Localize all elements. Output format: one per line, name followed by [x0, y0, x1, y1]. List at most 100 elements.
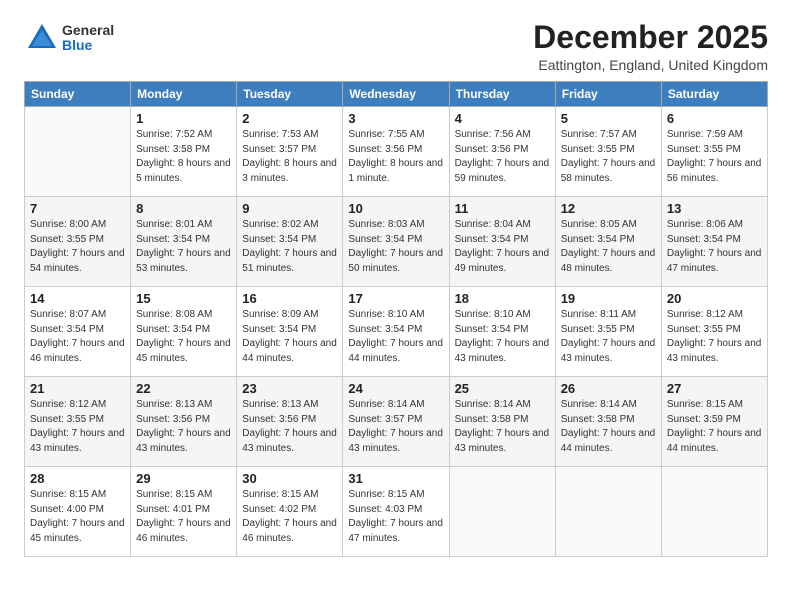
day-number: 6 [667, 111, 762, 126]
day-number: 3 [348, 111, 443, 126]
day-number: 29 [136, 471, 231, 486]
weekday-header: Thursday [449, 82, 555, 107]
day-number: 23 [242, 381, 337, 396]
calendar-cell [661, 467, 767, 557]
calendar-cell [449, 467, 555, 557]
day-info: Sunrise: 7:55 AMSunset: 3:56 PMDaylight:… [348, 128, 443, 186]
day-info: Sunrise: 8:02 AMSunset: 3:54 PMDaylight:… [242, 218, 337, 276]
calendar-cell [555, 467, 661, 557]
calendar-cell: 27 Sunrise: 8:15 AMSunset: 3:59 PMDayligh… [661, 377, 767, 467]
day-info: Sunrise: 8:09 AMSunset: 3:54 PMDaylight:… [242, 308, 337, 366]
calendar-week-row: 14 Sunrise: 8:07 AMSunset: 3:54 PMDayligh… [25, 287, 768, 377]
calendar-cell: 4 Sunrise: 7:56 AMSunset: 3:56 PMDaylight… [449, 107, 555, 197]
day-number: 2 [242, 111, 337, 126]
location: Eattington, England, United Kingdom [533, 57, 768, 73]
calendar-cell: 31Sunrise: 8:15 AMSunset: 4:03 PMDayligh… [343, 467, 449, 557]
calendar-cell: 13 Sunrise: 8:06 AMSunset: 3:54 PMDayligh… [661, 197, 767, 287]
logo: General Blue [24, 20, 114, 56]
calendar-cell: 2 Sunrise: 7:53 AMSunset: 3:57 PMDaylight… [237, 107, 343, 197]
day-number: 26 [561, 381, 656, 396]
day-info: Sunrise: 8:14 AMSunset: 3:58 PMDaylight:… [561, 398, 656, 456]
day-info: Sunrise: 8:14 AMSunset: 3:58 PMDaylight:… [455, 398, 550, 456]
day-number: 1 [136, 111, 231, 126]
day-number: 27 [667, 381, 762, 396]
weekday-header: Friday [555, 82, 661, 107]
logo-blue-text: Blue [62, 38, 114, 53]
day-number: 28 [30, 471, 125, 486]
calendar-cell: 22Sunrise: 8:13 AMSunset: 3:56 PMDayligh… [131, 377, 237, 467]
day-number: 30 [242, 471, 337, 486]
calendar-week-row: 21 Sunrise: 8:12 AMSunset: 3:55 PMDayligh… [25, 377, 768, 467]
calendar-cell: 9 Sunrise: 8:02 AMSunset: 3:54 PMDaylight… [237, 197, 343, 287]
calendar-cell: 18Sunrise: 8:10 AMSunset: 3:54 PMDayligh… [449, 287, 555, 377]
calendar-cell: 16 Sunrise: 8:09 AMSunset: 3:54 PMDayligh… [237, 287, 343, 377]
day-info: Sunrise: 8:05 AMSunset: 3:54 PMDaylight:… [561, 218, 656, 276]
calendar-table: SundayMondayTuesdayWednesdayThursdayFrid… [24, 81, 768, 557]
weekday-header: Wednesday [343, 82, 449, 107]
logo-icon [24, 20, 60, 56]
day-number: 13 [667, 201, 762, 216]
calendar-cell: 25 Sunrise: 8:14 AMSunset: 3:58 PMDayligh… [449, 377, 555, 467]
day-number: 25 [455, 381, 550, 396]
day-info: Sunrise: 8:00 AMSunset: 3:55 PMDaylight:… [30, 218, 125, 276]
day-info: Sunrise: 8:12 AMSunset: 3:55 PMDaylight:… [667, 308, 762, 366]
day-info: Sunrise: 8:14 AMSunset: 3:57 PMDaylight:… [348, 398, 443, 456]
day-number: 16 [242, 291, 337, 306]
day-number: 9 [242, 201, 337, 216]
day-info: Sunrise: 8:12 AMSunset: 3:55 PMDaylight:… [30, 398, 125, 456]
day-number: 12 [561, 201, 656, 216]
day-number: 21 [30, 381, 125, 396]
calendar-cell: 19 Sunrise: 8:11 AMSunset: 3:55 PMDayligh… [555, 287, 661, 377]
page-header: General Blue December 2025 Eattington, E… [24, 20, 768, 73]
day-number: 19 [561, 291, 656, 306]
calendar-cell: 7Sunrise: 8:00 AMSunset: 3:55 PMDaylight… [25, 197, 131, 287]
calendar-cell: 14 Sunrise: 8:07 AMSunset: 3:54 PMDayligh… [25, 287, 131, 377]
weekday-header: Saturday [661, 82, 767, 107]
day-number: 5 [561, 111, 656, 126]
calendar-cell: 8Sunrise: 8:01 AMSunset: 3:54 PMDaylight… [131, 197, 237, 287]
day-number: 20 [667, 291, 762, 306]
logo-general-text: General [62, 23, 114, 38]
day-info: Sunrise: 8:13 AMSunset: 3:56 PMDaylight:… [242, 398, 337, 456]
day-info: Sunrise: 8:08 AMSunset: 3:54 PMDaylight:… [136, 308, 231, 366]
day-info: Sunrise: 8:15 AMSunset: 4:01 PMDaylight:… [136, 488, 231, 546]
calendar-cell: 11Sunrise: 8:04 AMSunset: 3:54 PMDayligh… [449, 197, 555, 287]
calendar-cell [25, 107, 131, 197]
day-info: Sunrise: 7:57 AMSunset: 3:55 PMDaylight:… [561, 128, 656, 186]
calendar-cell: 21 Sunrise: 8:12 AMSunset: 3:55 PMDayligh… [25, 377, 131, 467]
day-info: Sunrise: 8:15 AMSunset: 4:02 PMDaylight:… [242, 488, 337, 546]
calendar-week-row: 28 Sunrise: 8:15 AMSunset: 4:00 PMDayligh… [25, 467, 768, 557]
day-number: 18 [455, 291, 550, 306]
day-number: 4 [455, 111, 550, 126]
day-info: Sunrise: 8:11 AMSunset: 3:55 PMDaylight:… [561, 308, 656, 366]
month-title: December 2025 [533, 20, 768, 55]
calendar-cell: 17 Sunrise: 8:10 AMSunset: 3:54 PMDayligh… [343, 287, 449, 377]
day-info: Sunrise: 8:04 AMSunset: 3:54 PMDaylight:… [455, 218, 550, 276]
calendar-cell: 20 Sunrise: 8:12 AMSunset: 3:55 PMDayligh… [661, 287, 767, 377]
day-info: Sunrise: 8:15 AMSunset: 4:00 PMDaylight:… [30, 488, 125, 546]
day-info: Sunrise: 8:15 AMSunset: 3:59 PMDaylight:… [667, 398, 762, 456]
calendar-cell: 10 Sunrise: 8:03 AMSunset: 3:54 PMDayligh… [343, 197, 449, 287]
day-number: 14 [30, 291, 125, 306]
calendar-cell: 24Sunrise: 8:14 AMSunset: 3:57 PMDayligh… [343, 377, 449, 467]
day-info: Sunrise: 8:07 AMSunset: 3:54 PMDaylight:… [30, 308, 125, 366]
day-info: Sunrise: 7:52 AMSunset: 3:58 PMDaylight:… [136, 128, 231, 186]
calendar-cell: 6Sunrise: 7:59 AMSunset: 3:55 PMDaylight… [661, 107, 767, 197]
day-info: Sunrise: 8:06 AMSunset: 3:54 PMDaylight:… [667, 218, 762, 276]
calendar-cell: 29 Sunrise: 8:15 AMSunset: 4:01 PMDayligh… [131, 467, 237, 557]
day-info: Sunrise: 8:01 AMSunset: 3:54 PMDaylight:… [136, 218, 231, 276]
day-number: 15 [136, 291, 231, 306]
calendar-cell: 12 Sunrise: 8:05 AMSunset: 3:54 PMDayligh… [555, 197, 661, 287]
day-info: Sunrise: 8:03 AMSunset: 3:54 PMDaylight:… [348, 218, 443, 276]
calendar-header-row: SundayMondayTuesdayWednesdayThursdayFrid… [25, 82, 768, 107]
day-number: 31 [348, 471, 443, 486]
day-number: 17 [348, 291, 443, 306]
day-number: 10 [348, 201, 443, 216]
weekday-header: Sunday [25, 82, 131, 107]
day-info: Sunrise: 8:10 AMSunset: 3:54 PMDaylight:… [348, 308, 443, 366]
calendar-cell: 15 Sunrise: 8:08 AMSunset: 3:54 PMDayligh… [131, 287, 237, 377]
day-info: Sunrise: 7:56 AMSunset: 3:56 PMDaylight:… [455, 128, 550, 186]
calendar-week-row: 1 Sunrise: 7:52 AMSunset: 3:58 PMDaylight… [25, 107, 768, 197]
day-info: Sunrise: 7:53 AMSunset: 3:57 PMDaylight:… [242, 128, 337, 186]
calendar-cell: 23 Sunrise: 8:13 AMSunset: 3:56 PMDayligh… [237, 377, 343, 467]
